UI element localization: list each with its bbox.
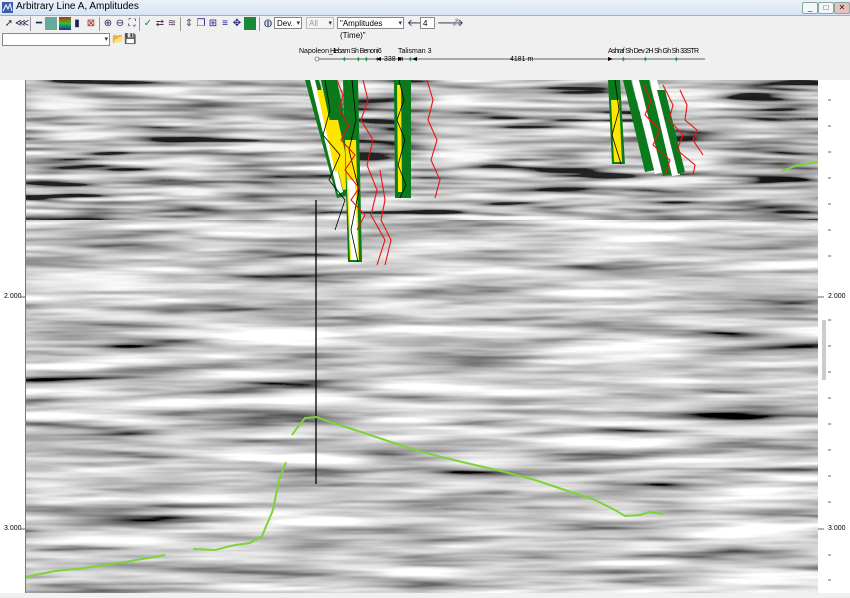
time-axis-left: 2.000 3.000	[0, 80, 25, 593]
colorbar-icon[interactable]	[59, 17, 71, 30]
pointer-icon[interactable]: ➚	[3, 17, 15, 30]
swap-icon[interactable]: ⇄	[154, 17, 166, 30]
toolbar-divider	[180, 17, 181, 31]
well-log-talisman[interactable]	[394, 79, 411, 199]
horizon-pick-icon[interactable]: ━	[33, 17, 45, 30]
open-folder-icon[interactable]: 📂	[112, 33, 124, 46]
step-input[interactable]: 4	[420, 17, 435, 29]
svg-text:✦: ✦	[620, 55, 627, 64]
all-select[interactable]: All ▾	[306, 17, 334, 29]
svg-text:✦: ✦	[363, 55, 370, 64]
well-tie-icon[interactable]: ▮	[71, 17, 83, 30]
maximize-button[interactable]: □	[818, 2, 834, 14]
time-tick-left: 2.000	[4, 293, 22, 300]
title-bar: Arbitrary Line A, Amplitudes _ □ ✕	[0, 0, 850, 16]
svg-text:✦: ✦	[673, 55, 680, 64]
copy-icon[interactable]: ❐	[195, 17, 207, 30]
toolbar-divider	[30, 17, 31, 31]
flatten-icon[interactable]: ⇕	[183, 17, 195, 30]
toolbar-divider	[259, 17, 260, 31]
mode-select[interactable]: Dev. ▾	[274, 17, 302, 29]
display-select[interactable]: "Amplitudes (Time)" ▾	[337, 17, 404, 40]
seismic-canvas[interactable]	[24, 79, 819, 593]
seismic-section[interactable]	[24, 79, 819, 593]
globe-icon[interactable]: ◍	[262, 17, 274, 30]
move-icon[interactable]: ✥	[231, 17, 243, 30]
svg-text:✦: ✦	[341, 55, 348, 64]
merge-icon[interactable]: ≋	[166, 17, 178, 30]
time-tick-right: 3.000	[828, 525, 846, 532]
well-display-icon[interactable]	[244, 17, 256, 30]
main-toolbar: ➚ ⋘ ━ ▮ ⊠ ⊕ ⊖ ⛶ ✓ ⇄ ≋ ⇕ ❐ ⊞ ≡ ✥ ◍ Dev. ▾ …	[0, 16, 850, 40]
minimize-button[interactable]: _	[802, 2, 818, 14]
time-tick-right: 2.000	[828, 293, 846, 300]
step-back-icon[interactable]: 🡐	[407, 17, 434, 30]
right-axis-ticks	[818, 99, 831, 581]
app-icon	[2, 2, 13, 13]
section-left-border	[25, 80, 26, 593]
chevron-down-icon: ▾	[104, 36, 108, 43]
toolbar-divider	[99, 17, 100, 31]
save-icon[interactable]: 💾	[124, 33, 136, 46]
step-forward-icon[interactable]: 🡒	[437, 17, 464, 30]
svg-text:✦: ✦	[407, 55, 414, 64]
svg-text:✦: ✦	[642, 55, 649, 64]
multi-select-icon[interactable]: ⋘	[15, 17, 29, 30]
chevron-down-icon: ▾	[296, 20, 300, 27]
stack-icon[interactable]: ≡	[219, 17, 231, 30]
toolbar-divider	[139, 17, 140, 31]
cross-icon[interactable]: ⊠	[85, 17, 97, 30]
well-header: Napoleon_1 Hebam Sh Benoni6 Talisman 3 A…	[0, 46, 850, 80]
time-tick-left: 3.000	[4, 525, 22, 532]
all-select-value: All	[309, 19, 318, 28]
window-title: Arbitrary Line A, Amplitudes	[16, 1, 139, 12]
zoom-out-icon[interactable]: ⊖	[114, 17, 126, 30]
fit-icon[interactable]: ⛶	[126, 17, 138, 30]
grid-icon[interactable]: ⊞	[207, 17, 219, 30]
line-select[interactable]: ▾	[2, 33, 110, 46]
close-button[interactable]: ✕	[834, 2, 850, 14]
overview-icon[interactable]	[45, 17, 57, 30]
vertical-scrollbar-thumb[interactable]	[822, 320, 826, 380]
time-axis-right: 2.000 3.000	[818, 80, 850, 593]
zoom-in-icon[interactable]: ⊕	[102, 17, 114, 30]
svg-text:✦: ✦	[355, 55, 362, 64]
left-axis-ticks	[21, 296, 25, 530]
chevron-down-icon: ▾	[398, 20, 402, 27]
well-markers: ✦ ✦ ✦ ✦ ✦ ✦ ✦ ✦	[314, 55, 705, 64]
check-icon[interactable]: ✓	[142, 17, 154, 30]
settings-icon[interactable]: ⁂	[451, 17, 463, 30]
mode-select-value: Dev.	[277, 19, 293, 28]
chevron-down-icon: ▾	[328, 20, 332, 27]
